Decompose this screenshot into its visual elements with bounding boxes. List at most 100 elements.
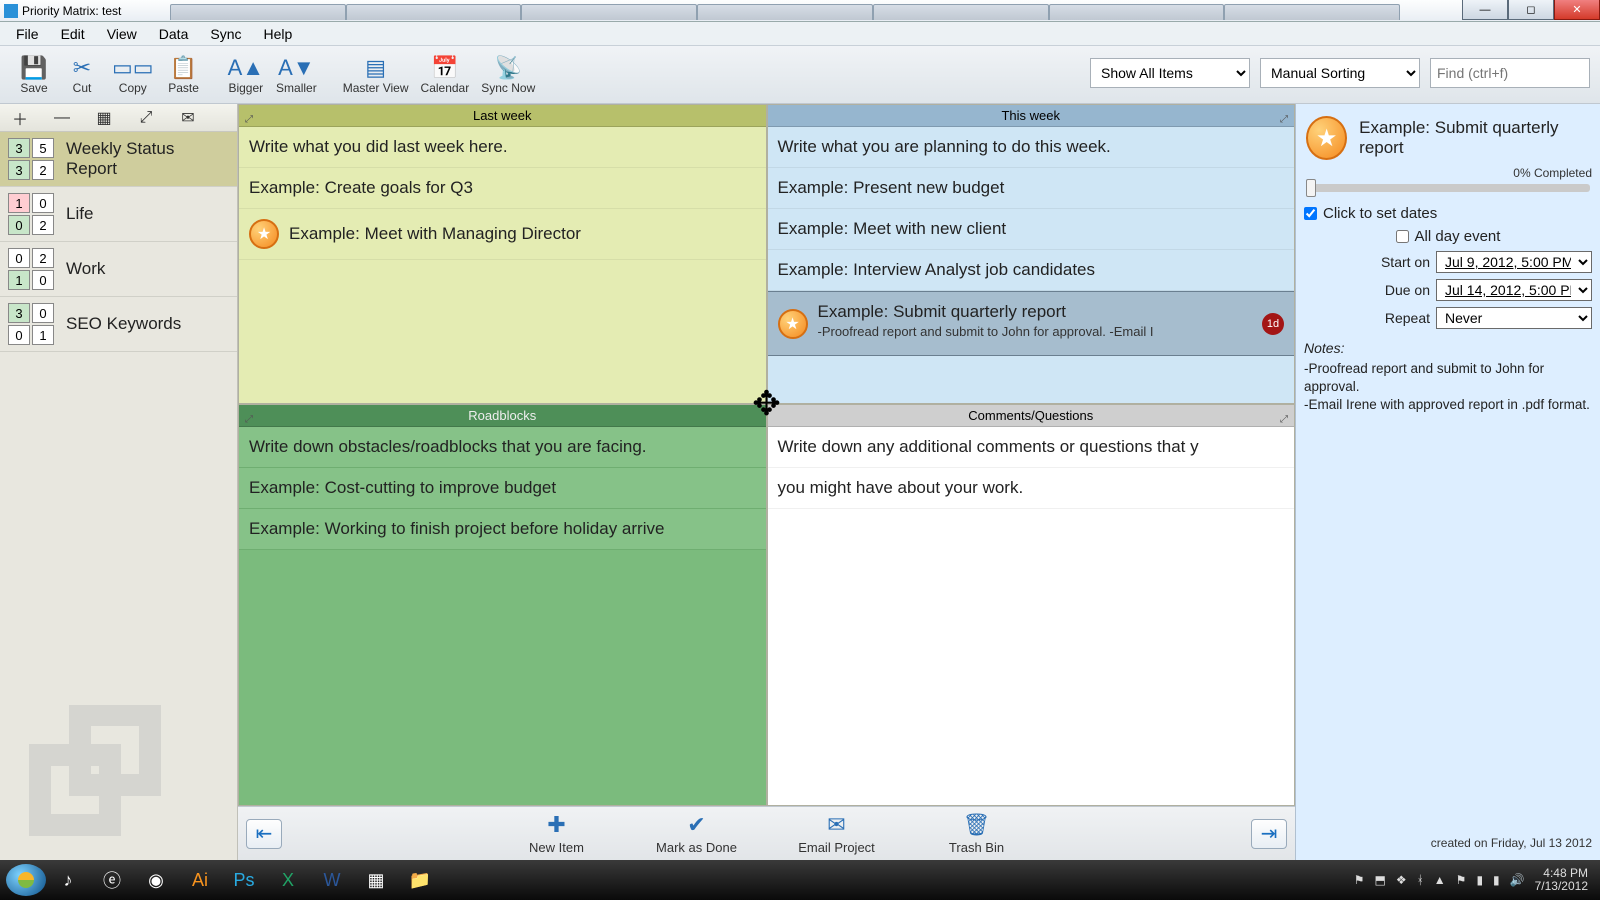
- taskbar-app[interactable]: Ai: [178, 864, 222, 896]
- star-icon: ★: [778, 309, 808, 339]
- master-view-button[interactable]: ▤Master View: [337, 49, 415, 101]
- email-project-button[interactable]: ✉Email Project: [787, 812, 887, 855]
- project-item[interactable]: 1002Life: [0, 187, 237, 242]
- menu-sync[interactable]: Sync: [200, 24, 251, 44]
- tab[interactable]: [1049, 4, 1225, 20]
- project-item[interactable]: 3001SEO Keywords: [0, 297, 237, 352]
- filter-select[interactable]: Show All Items: [1090, 58, 1250, 88]
- set-dates-checkbox[interactable]: [1304, 207, 1317, 220]
- quadrant-item[interactable]: you might have about your work.: [768, 468, 1295, 509]
- menu-help[interactable]: Help: [253, 24, 302, 44]
- list-icon: ▤: [365, 55, 386, 81]
- menu-file[interactable]: File: [6, 24, 49, 44]
- tab[interactable]: [697, 4, 873, 20]
- all-day-label: All day event: [1415, 228, 1501, 245]
- start-date-select[interactable]: Jul 9, 2012, 5:00 PM: [1436, 251, 1592, 273]
- quadrant-roadblocks[interactable]: ⤢Roadblocks Write down obstacles/roadblo…: [238, 404, 767, 806]
- tab[interactable]: [170, 4, 346, 20]
- quadrant-last-week[interactable]: ⤢Last week Write what you did last week …: [238, 104, 767, 404]
- maximize-button[interactable]: ◻: [1508, 0, 1554, 20]
- quadrant-item[interactable]: ★Example: Meet with Managing Director: [239, 209, 766, 260]
- quadrant-item[interactable]: ★Example: Submit quarterly report-Proofr…: [768, 291, 1295, 356]
- bigger-button[interactable]: A▲Bigger: [222, 49, 270, 101]
- cut-button[interactable]: ✂Cut: [58, 49, 106, 101]
- progress-slider[interactable]: [1306, 184, 1590, 192]
- paste-button[interactable]: 📋Paste: [160, 49, 208, 101]
- quadrant-item[interactable]: Write down any additional comments or qu…: [768, 427, 1295, 468]
- taskbar-app[interactable]: X: [266, 864, 310, 896]
- prev-arrow-button[interactable]: ⇤: [246, 819, 282, 849]
- menu-edit[interactable]: Edit: [51, 24, 95, 44]
- taskbar-app[interactable]: ♪: [46, 864, 90, 896]
- quadrant-item[interactable]: Write what you did last week here.: [239, 127, 766, 168]
- save-button[interactable]: 💾Save: [10, 49, 58, 101]
- grid-view-button[interactable]: ▦: [92, 108, 116, 128]
- quadrant-this-week[interactable]: This week⤢ Write what you are planning t…: [767, 104, 1296, 404]
- tray-icon[interactable]: ⬒: [1374, 873, 1385, 887]
- menu-data[interactable]: Data: [149, 24, 199, 44]
- due-label: Due on: [1385, 282, 1430, 298]
- new-item-button[interactable]: ✚New Item: [507, 812, 607, 855]
- quadrant-item[interactable]: Example: Present new budget: [768, 168, 1295, 209]
- mark-done-button[interactable]: ✔Mark as Done: [647, 812, 747, 855]
- tab[interactable]: [346, 4, 522, 20]
- sync-button[interactable]: 📡Sync Now: [475, 49, 541, 101]
- copy-button[interactable]: ▭▭Copy: [106, 49, 160, 101]
- project-item[interactable]: 0210Work: [0, 242, 237, 297]
- taskbar-app[interactable]: ⓔ: [90, 864, 134, 896]
- tray-wifi-icon[interactable]: ▮: [1493, 873, 1500, 887]
- quadrant-comments[interactable]: Comments/Questions⤢ Write down any addit…: [767, 404, 1296, 806]
- tray-clock[interactable]: 4:48 PM7/13/2012: [1535, 867, 1588, 893]
- quadrant-item[interactable]: Example: Working to finish project befor…: [239, 509, 766, 550]
- start-button[interactable]: [6, 864, 46, 896]
- tab[interactable]: [1224, 4, 1400, 20]
- tray-volume-icon[interactable]: 🔊: [1510, 873, 1525, 887]
- quadrant-item[interactable]: Example: Meet with new client: [768, 209, 1295, 250]
- close-button[interactable]: ✕: [1554, 0, 1600, 20]
- tab[interactable]: [873, 4, 1049, 20]
- tab[interactable]: [521, 4, 697, 20]
- detail-panel: ★ Example: Submit quarterly report 0% Co…: [1295, 104, 1600, 860]
- tray-icon[interactable]: ⚑: [1456, 873, 1467, 887]
- calendar-button[interactable]: 📅Calendar: [415, 49, 476, 101]
- tray-battery-icon[interactable]: ▮: [1476, 873, 1483, 887]
- project-item[interactable]: 3532Weekly Status Report: [0, 132, 237, 187]
- smaller-button[interactable]: A▼Smaller: [270, 49, 323, 101]
- quadrant-item[interactable]: Write what you are planning to do this w…: [768, 127, 1295, 168]
- taskbar-app[interactable]: ◉: [134, 864, 178, 896]
- minimize-button[interactable]: —: [1462, 0, 1508, 20]
- tray-bluetooth-icon[interactable]: ᚼ: [1417, 873, 1424, 887]
- remove-project-button[interactable]: —: [50, 109, 74, 127]
- app-logo: [0, 675, 237, 860]
- quadrant-item[interactable]: Example: Interview Analyst job candidate…: [768, 250, 1295, 291]
- quadrant-title: Roadblocks: [468, 408, 536, 423]
- tray-icon[interactable]: ❖: [1396, 873, 1407, 887]
- all-day-checkbox[interactable]: [1396, 230, 1409, 243]
- repeat-select[interactable]: Never: [1436, 307, 1592, 329]
- next-arrow-button[interactable]: ⇥: [1251, 819, 1287, 849]
- add-project-button[interactable]: ＋: [8, 106, 32, 130]
- tray-icon[interactable]: ▲: [1434, 873, 1446, 887]
- tray-icon[interactable]: ⚑: [1354, 873, 1365, 887]
- quadrant-title: This week: [1001, 108, 1060, 123]
- quadrant-item[interactable]: Write down obstacles/roadblocks that you…: [239, 427, 766, 468]
- browser-tabs: [170, 0, 1400, 20]
- taskbar-app[interactable]: Ps: [222, 864, 266, 896]
- due-date-select[interactable]: Jul 14, 2012, 5:00 PM: [1436, 279, 1592, 301]
- quadrant-item[interactable]: Example: Create goals for Q3: [239, 168, 766, 209]
- taskbar-app[interactable]: 📁: [398, 864, 442, 896]
- windows-taskbar: ♪ ⓔ ◉ Ai Ps X W ▦ 📁 ⚑ ⬒ ❖ ᚼ ▲ ⚑ ▮ ▮ 🔊 4:…: [0, 860, 1600, 900]
- mail-button[interactable]: ✉: [176, 108, 200, 128]
- notes-body[interactable]: -Proofread report and submit to John for…: [1304, 356, 1592, 419]
- trash-button[interactable]: 🗑Trash Bin: [927, 812, 1027, 855]
- search-input[interactable]: [1430, 58, 1590, 88]
- sort-select[interactable]: Manual Sorting: [1260, 58, 1420, 88]
- menu-view[interactable]: View: [97, 24, 147, 44]
- chart-button[interactable]: ⤢: [134, 109, 158, 127]
- sidebar: ＋ — ▦ ⤢ ✉ 3532Weekly Status Report1002Li…: [0, 104, 238, 860]
- taskbar-app[interactable]: W: [310, 864, 354, 896]
- taskbar-app[interactable]: ▦: [354, 864, 398, 896]
- quadrant-item[interactable]: Example: Cost-cutting to improve budget: [239, 468, 766, 509]
- slider-thumb[interactable]: [1306, 179, 1316, 197]
- trash-icon: 🗑: [963, 812, 991, 838]
